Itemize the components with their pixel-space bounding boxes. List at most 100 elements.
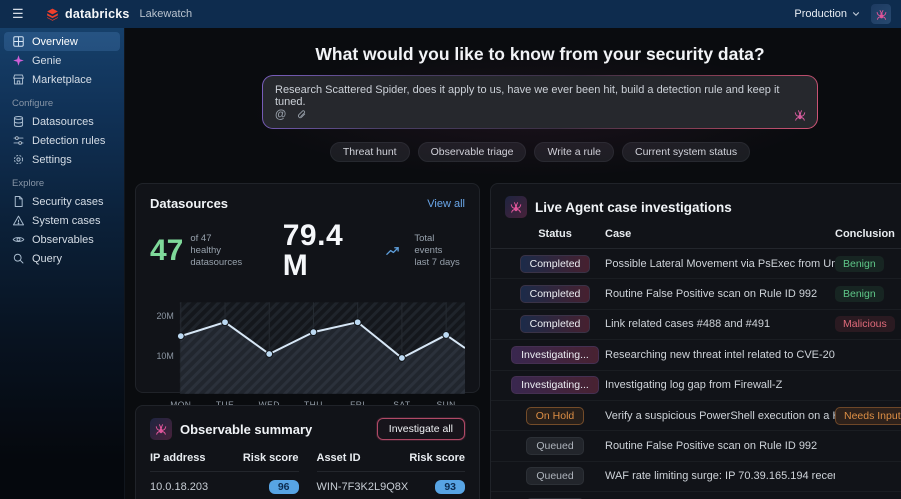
table-row[interactable]: Investigating... Investigating log gap fr… bbox=[491, 371, 901, 401]
ip-col-header: IP address bbox=[150, 452, 205, 464]
prompt-value: Research Scattered Spider, does it apply… bbox=[275, 84, 805, 108]
status-badge: Queued bbox=[526, 467, 583, 485]
status-badge: Completed bbox=[520, 285, 591, 303]
send-spider-icon[interactable] bbox=[793, 108, 807, 122]
investigations-table: Status Case Conclusion CompletedPossible… bbox=[491, 228, 901, 499]
mention-icon[interactable]: @ bbox=[275, 109, 286, 121]
conclusion-badge: Benign bbox=[835, 256, 884, 272]
suggestion-chips: Threat hunt Observable triage Write a rule… bbox=[262, 142, 818, 162]
conclusion-col-header: Conclusion bbox=[835, 228, 901, 240]
attachment-icon[interactable] bbox=[296, 109, 308, 121]
status-badge: Queued bbox=[526, 437, 583, 455]
case-col-header: Case bbox=[605, 228, 835, 240]
spider-icon-tile bbox=[150, 418, 172, 440]
table-row[interactable]: CompletedLink related cases #488 and #49… bbox=[491, 310, 901, 340]
sidebar: Overview Genie Marketplace Configure Datasou… bbox=[0, 28, 125, 499]
ip-address: 10.0.18.203 bbox=[150, 481, 208, 493]
lakewatch-agent-button[interactable] bbox=[871, 4, 891, 24]
chip-observable-triage[interactable]: Observable triage bbox=[418, 142, 527, 162]
live-investigations-card: Live Agent case investigations Status Ca… bbox=[490, 183, 901, 499]
table-row[interactable]: Queued Routine False Positive scan on Rul… bbox=[491, 431, 901, 461]
live-investigations-title: Live Agent case investigations bbox=[535, 200, 732, 215]
sidebar-item-label: Genie bbox=[32, 55, 61, 67]
sidebar-item-query[interactable]: Query bbox=[4, 249, 120, 268]
table-row[interactable]: QueuedMulti-technique threat campaign: 2… bbox=[491, 492, 901, 499]
chevron-down-icon bbox=[851, 9, 861, 19]
case-title: Possible Lateral Movement via PsExec fro… bbox=[605, 258, 835, 270]
main-content: What would you like to know from your se… bbox=[125, 28, 901, 499]
sidebar-item-label: Observables bbox=[32, 234, 94, 246]
conclusion-badge: Malicious bbox=[835, 316, 895, 332]
chip-write-a-rule[interactable]: Write a rule bbox=[534, 142, 614, 162]
table-row[interactable]: CompletedRoutine False Positive scan on … bbox=[491, 279, 901, 309]
total-events-value: 79.4 M bbox=[283, 221, 378, 281]
view-all-link[interactable]: View all bbox=[427, 198, 465, 210]
status-badge: Investigating... bbox=[511, 346, 599, 364]
events-chart: 20M10MMONTUEWEDTHUFRISATSUN bbox=[150, 293, 465, 419]
brand-name: databricks bbox=[65, 7, 130, 21]
case-title: Routine False Positive scan on Rule ID 9… bbox=[605, 440, 835, 452]
topbar: ☰ databricks Lakewatch Production bbox=[0, 0, 901, 28]
status-badge: Investigating... bbox=[511, 376, 599, 394]
document-icon bbox=[12, 195, 25, 208]
table-row[interactable]: 10.0.18.203 96 bbox=[150, 472, 299, 499]
sidebar-item-system-cases[interactable]: System cases bbox=[4, 211, 120, 230]
risk-score-badge: 96 bbox=[269, 480, 299, 494]
investigate-all-button[interactable]: Investigate all bbox=[377, 418, 465, 440]
sidebar-item-settings[interactable]: Settings bbox=[4, 150, 120, 169]
investigations-rows: Completed Possible Lateral Movement via P… bbox=[491, 249, 901, 499]
table-row[interactable]: On Hold Verify a suspicious PowerShell ex… bbox=[491, 401, 901, 431]
sidebar-item-label: Marketplace bbox=[32, 74, 92, 86]
prompt-input[interactable]: Research Scattered Spider, does it apply… bbox=[263, 76, 817, 128]
risk-score-badge: 93 bbox=[435, 480, 465, 494]
search-icon bbox=[12, 252, 25, 265]
hamburger-menu-icon[interactable]: ☰ bbox=[12, 6, 34, 22]
table-row[interactable]: WIN-7F3K2L9Q8X 93 bbox=[317, 472, 466, 499]
sidebar-item-detection-rules[interactable]: Detection rules bbox=[4, 131, 120, 150]
trend-up-icon bbox=[385, 244, 400, 259]
chip-current-system-status[interactable]: Current system status bbox=[622, 142, 750, 162]
sidebar-item-security-cases[interactable]: Security cases bbox=[4, 192, 120, 211]
status-badge: On Hold bbox=[526, 407, 585, 425]
ip-rows: 10.0.18.203 96 bbox=[150, 472, 299, 499]
sidebar-item-label: Settings bbox=[32, 154, 72, 166]
table-row[interactable]: Investigating... Researching new threat i… bbox=[491, 340, 901, 370]
sidebar-item-label: Overview bbox=[32, 36, 78, 48]
chip-threat-hunt[interactable]: Threat hunt bbox=[330, 142, 410, 162]
healthy-count: 47 bbox=[150, 236, 183, 266]
observable-summary-title: Observable summary bbox=[180, 422, 312, 437]
status-badge: Completed bbox=[520, 255, 591, 273]
app-screen: ☰ databricks Lakewatch Production Overvi… bbox=[0, 0, 901, 499]
svg-text:10M: 10M bbox=[156, 351, 173, 361]
sidebar-item-overview[interactable]: Overview bbox=[4, 32, 120, 51]
environment-selector[interactable]: Production bbox=[794, 8, 861, 20]
case-title: WAF rate limiting surge: IP 70.39.165.19… bbox=[605, 470, 835, 482]
sidebar-item-label: Security cases bbox=[32, 196, 104, 208]
sidebar-section-label: Explore bbox=[12, 178, 124, 189]
database-icon bbox=[12, 115, 25, 128]
databricks-brand[interactable]: databricks bbox=[46, 7, 130, 21]
case-title: Investigating log gap from Firewall-Z bbox=[605, 379, 835, 391]
case-title: Researching new threat intel related to … bbox=[605, 349, 835, 361]
risk-score-col-header: Risk score bbox=[243, 452, 299, 464]
sliders-icon bbox=[12, 134, 25, 147]
asset-col-header: Asset ID bbox=[317, 452, 361, 464]
environment-label: Production bbox=[794, 8, 847, 20]
datasources-card: Datasources View all 47 of 47 healthy da… bbox=[135, 183, 480, 393]
prompt-box-border: Research Scattered Spider, does it apply… bbox=[262, 75, 818, 129]
eye-icon bbox=[12, 233, 25, 246]
storefront-icon bbox=[12, 73, 25, 86]
sidebar-item-observables[interactable]: Observables bbox=[4, 230, 120, 249]
asset-rows: WIN-7F3K2L9Q8X 93 bbox=[317, 472, 466, 499]
table-row[interactable]: Queued WAF rate limiting surge: IP 70.39.… bbox=[491, 462, 901, 492]
sidebar-item-datasources[interactable]: Datasources bbox=[4, 112, 120, 131]
sidebar-item-marketplace[interactable]: Marketplace bbox=[4, 70, 120, 89]
asset-id: WIN-7F3K2L9Q8X bbox=[317, 481, 409, 493]
sidebar-section-label: Configure bbox=[12, 98, 124, 109]
case-title: Verify a suspicious PowerShell execution… bbox=[605, 410, 835, 422]
sidebar-item-label: Detection rules bbox=[32, 135, 105, 147]
sidebar-item-label: Query bbox=[32, 253, 62, 265]
table-row[interactable]: Completed Possible Lateral Movement via P… bbox=[491, 249, 901, 279]
sidebar-item-label: System cases bbox=[32, 215, 100, 227]
sidebar-item-genie[interactable]: Genie bbox=[4, 51, 120, 70]
